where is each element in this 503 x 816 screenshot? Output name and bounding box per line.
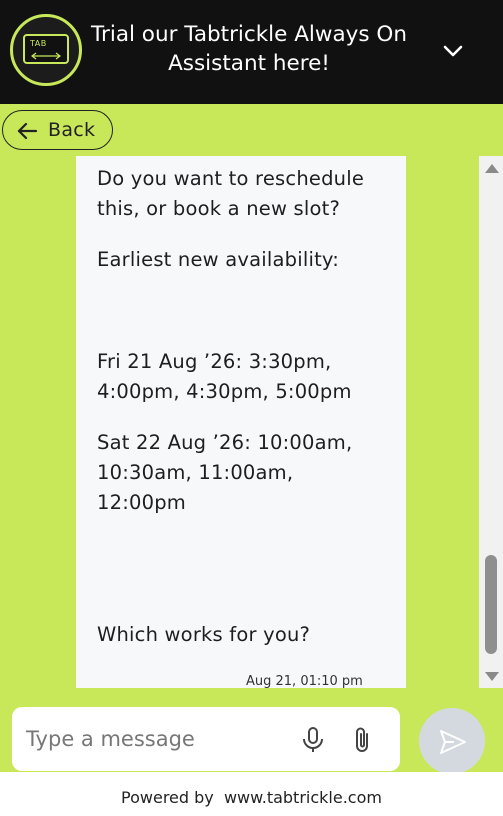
message-text-reschedule: Do you want to reschedule this, or book …	[97, 167, 365, 220]
tabtrickle-logo: TAB	[10, 14, 82, 86]
scrollbar-thumb[interactable]	[485, 555, 497, 654]
chat-scrollbar[interactable]	[479, 156, 503, 688]
send-icon	[440, 730, 466, 754]
footer: Powered by www.tabtrickle.com	[0, 772, 503, 816]
message-composer	[12, 707, 400, 771]
chevron-down-icon	[443, 45, 463, 57]
header-title: Trial our Tabtrickle Always On Assistant…	[91, 22, 407, 76]
chat-header: TAB Trial our Tabtrickle Always On Assis…	[0, 0, 503, 104]
keyboard-key-icon: TAB	[23, 34, 69, 64]
collapse-chat-button[interactable]	[440, 38, 466, 64]
logo-text: TAB	[30, 39, 47, 48]
slot-list-item-sat: Sat 22 Aug ’26: 10:00am, 10:30am, 11:00a…	[97, 431, 353, 514]
attach-file-button[interactable]	[351, 725, 373, 759]
scroll-down-arrow-icon[interactable]	[485, 672, 499, 681]
chat-area: Back Do you want to reschedule this, or …	[0, 104, 503, 774]
send-button[interactable]	[419, 708, 485, 774]
message-timestamp: Aug 21, 01:10 pm	[246, 674, 363, 688]
powered-by-link[interactable]: Powered by www.tabtrickle.com	[0, 788, 503, 807]
bot-message-bubble: Do you want to reschedule this, or book …	[76, 156, 406, 688]
arrow-left-icon	[17, 122, 38, 140]
paperclip-icon	[356, 727, 368, 752]
back-button[interactable]: Back	[2, 110, 113, 150]
message-text-availability: Earliest new availability:	[97, 248, 340, 271]
slot-list-item-fri: Fri 21 Aug ’26: 3:30pm, 4:00pm, 4:30pm, …	[97, 350, 352, 403]
double-arrow-icon	[31, 52, 61, 60]
message-input[interactable]	[26, 721, 286, 757]
scroll-up-arrow-icon[interactable]	[485, 164, 499, 173]
microphone-icon	[303, 727, 323, 752]
microphone-button[interactable]	[301, 726, 325, 758]
message-text-question: Which works for you?	[97, 623, 311, 646]
back-button-label: Back	[48, 119, 96, 141]
